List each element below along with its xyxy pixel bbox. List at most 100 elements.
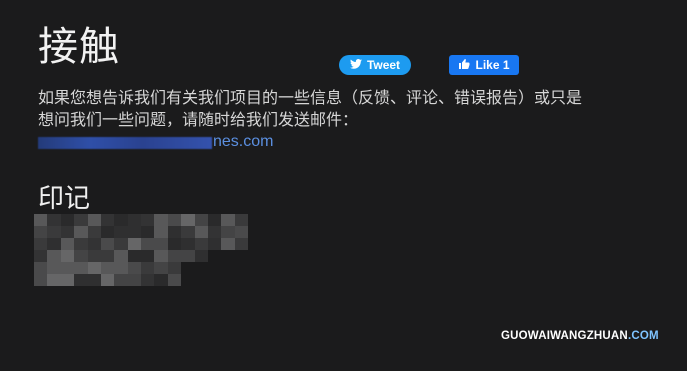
redaction-pixel xyxy=(154,226,168,238)
redaction-pixel xyxy=(114,250,128,262)
email-redaction xyxy=(38,137,212,149)
redaction-pixel xyxy=(74,214,88,226)
redaction-pixel xyxy=(127,274,141,286)
redaction-pixel xyxy=(114,238,128,250)
redaction-pixel xyxy=(208,250,221,262)
tweet-label: Tweet xyxy=(366,58,401,72)
tweet-button[interactable]: Tweet xyxy=(339,55,411,75)
redaction-pixel xyxy=(221,262,234,274)
redaction-pixel xyxy=(235,250,248,262)
email-link[interactable]: nes.com xyxy=(38,131,273,153)
redaction-pixel xyxy=(47,226,61,238)
redaction-pixel xyxy=(154,214,168,226)
redaction-pixel xyxy=(194,214,208,226)
redaction-pixel xyxy=(34,250,48,262)
redaction-pixel xyxy=(141,226,155,238)
thumbs-up-icon xyxy=(458,58,470,73)
redaction-pixel xyxy=(114,214,128,226)
redaction-pixel xyxy=(208,274,221,286)
redaction-pixel xyxy=(141,238,155,250)
like-button[interactable]: Like 1 xyxy=(449,55,519,75)
redaction-pixel xyxy=(154,238,168,250)
redaction-pixel xyxy=(100,250,115,262)
redaction-pixel xyxy=(47,238,61,250)
redaction-pixel xyxy=(34,238,48,250)
redaction-pixel xyxy=(47,250,61,262)
redaction-pixel xyxy=(195,274,208,286)
redaction-pixel xyxy=(87,226,101,238)
page-title: 接触 xyxy=(38,24,120,70)
redaction-pixel xyxy=(221,214,235,226)
twitter-bird-icon xyxy=(349,58,362,72)
redaction-pixel xyxy=(154,274,168,286)
redaction-pixel xyxy=(127,250,141,262)
redaction-pixel xyxy=(207,226,222,238)
redaction-pixel xyxy=(207,238,222,250)
redaction-pixel xyxy=(87,238,101,250)
redaction-pixel xyxy=(34,214,48,226)
redaction-pixel xyxy=(127,262,141,274)
redaction-pixel xyxy=(141,274,155,286)
redaction-pixel xyxy=(60,262,75,274)
redaction-pixel xyxy=(221,226,235,238)
redaction-pixel xyxy=(60,274,75,286)
redaction-pixel xyxy=(100,262,115,274)
redaction-pixel xyxy=(167,238,182,250)
redaction-pixel xyxy=(74,274,88,286)
redaction-pixel xyxy=(234,238,248,250)
redaction-pixel xyxy=(87,250,101,262)
redaction-pixel xyxy=(87,262,101,274)
redaction-pixel xyxy=(181,238,195,250)
redaction-pixel xyxy=(34,274,48,286)
redaction-pixel xyxy=(154,250,168,262)
redaction-pixel xyxy=(181,226,195,238)
redaction-pixel xyxy=(47,214,61,226)
redaction-pixel xyxy=(74,238,88,250)
watermark-suffix: .COM xyxy=(627,330,659,342)
watermark-main: GUOWAIWANGZHUAN xyxy=(501,330,628,342)
redaction-pixel xyxy=(60,250,75,262)
redaction-pixel xyxy=(141,250,155,262)
redaction-pixel xyxy=(221,238,235,250)
site-watermark: GUOWAIWANGZHUAN.COM xyxy=(501,330,659,342)
redaction-pixel xyxy=(181,262,194,274)
redaction-pixel xyxy=(181,274,194,286)
redaction-pixel xyxy=(167,262,182,274)
redaction-pixel xyxy=(167,274,182,286)
redaction-pixel xyxy=(100,274,115,286)
intro-line-1: 如果您想告诉我们有关我们项目的一些信息（反馈、评论、错误报告）或只是 xyxy=(38,88,583,107)
redaction-pixel xyxy=(194,250,208,262)
like-label: Like 1 xyxy=(475,58,510,72)
redaction-pixel xyxy=(74,226,88,238)
redaction-pixel xyxy=(100,238,115,250)
redaction-pixel xyxy=(60,214,75,226)
redaction-pixel xyxy=(207,214,222,226)
imprint-heading: 印记 xyxy=(38,184,91,214)
redaction-pixel xyxy=(235,274,248,286)
redaction-pixel xyxy=(181,250,195,262)
redaction-pixel xyxy=(74,262,88,274)
redaction-pixel xyxy=(167,214,182,226)
redaction-pixel xyxy=(127,238,141,250)
redaction-pixel xyxy=(235,262,248,274)
redaction-pixel xyxy=(47,262,61,274)
redaction-pixel xyxy=(34,262,48,274)
redaction-pixel xyxy=(221,250,234,262)
redaction-pixel xyxy=(141,262,155,274)
redaction-pixel xyxy=(195,262,208,274)
redaction-pixel xyxy=(154,262,168,274)
redaction-pixel xyxy=(127,214,141,226)
intro-line-2: 想问我们一些问题，请随时给我们发送邮件： xyxy=(38,110,359,129)
email-link-text[interactable]: nes.com xyxy=(213,133,273,151)
redaction-pixel xyxy=(167,250,182,262)
redaction-pixel xyxy=(194,238,208,250)
redaction-pixel xyxy=(114,262,128,274)
redaction-pixel xyxy=(167,226,182,238)
redaction-pixel xyxy=(60,238,75,250)
redaction-pixel xyxy=(34,226,48,238)
imprint-redacted-block xyxy=(34,214,248,286)
redaction-pixel xyxy=(74,250,88,262)
redaction-pixel xyxy=(60,226,75,238)
redaction-pixel xyxy=(47,274,61,286)
contact-intro: 如果您想告诉我们有关我们项目的一些信息（反馈、评论、错误报告）或只是 想问我们一… xyxy=(38,87,638,131)
